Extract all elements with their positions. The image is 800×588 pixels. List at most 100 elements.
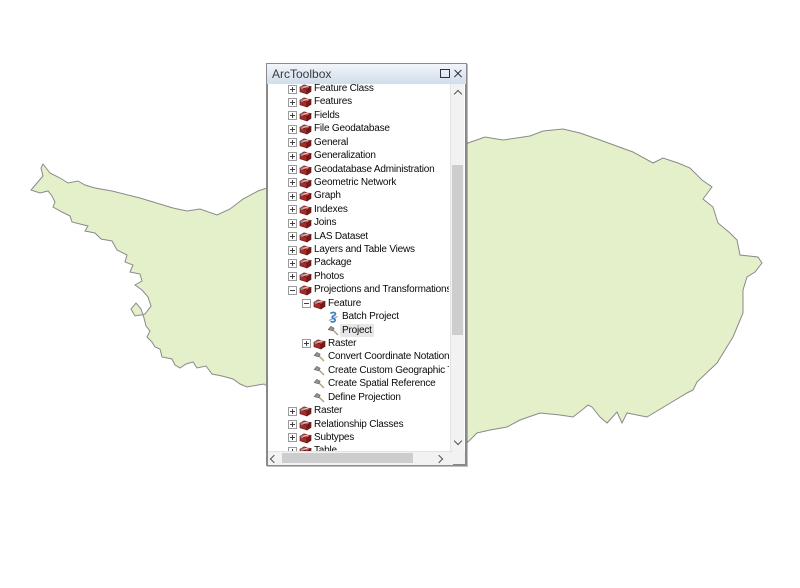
tree-item-label: Geometric Network [312, 176, 398, 189]
tree-item-label: File Geodatabase [312, 122, 392, 135]
tree-item-label: Create Spatial Reference [326, 377, 438, 390]
tree-item-label: Batch Project [340, 310, 401, 323]
tree-item[interactable]: Convert Coordinate Notation [268, 350, 449, 363]
toolbox-icon [313, 338, 326, 350]
tree-item-label: Table [312, 444, 339, 451]
toolbox-icon [299, 96, 312, 108]
toolbox-icon [299, 217, 312, 229]
tree-item[interactable]: Layers and Table Views [268, 243, 449, 256]
expand-toggle[interactable] [288, 178, 297, 187]
window-title: ArcToolbox [272, 67, 331, 81]
tool-hammer-icon [327, 325, 340, 337]
expand-toggle[interactable] [288, 246, 297, 255]
tree-item-label: Create Custom Geographic Trans [326, 364, 449, 377]
tool-hammer-icon [313, 392, 326, 404]
tree-item[interactable]: Fields [268, 109, 449, 122]
tree-item[interactable]: Project [268, 324, 449, 337]
window-titlebar[interactable]: ArcToolbox [267, 64, 466, 85]
scrollbar-corner [453, 451, 465, 464]
horizontal-scrollbar[interactable] [268, 451, 453, 465]
toolbox-icon [299, 405, 312, 417]
close-icon[interactable] [453, 68, 463, 78]
batch-script-icon [327, 311, 340, 323]
tree-item[interactable]: Photos [268, 270, 449, 283]
expand-toggle[interactable] [288, 407, 297, 416]
tree-item[interactable]: Geodatabase Administration [268, 163, 449, 176]
tree-item[interactable]: Create Spatial Reference [268, 377, 449, 390]
tree-item[interactable]: Package [268, 256, 449, 269]
expand-toggle[interactable] [288, 98, 297, 107]
tree-item[interactable]: General [268, 136, 449, 149]
tree-item[interactable]: Relationship Classes [268, 418, 449, 431]
tree-item-label: Package [312, 256, 354, 269]
toolbox-icon [299, 150, 312, 162]
tree-item[interactable]: Feature [268, 297, 449, 310]
tree-item-label: Feature [326, 297, 363, 310]
tree-item-label: Layers and Table Views [312, 243, 417, 256]
scroll-right-icon[interactable] [435, 454, 443, 462]
tree-item-label: Features [312, 95, 354, 108]
tool-hammer-icon [313, 351, 326, 363]
tree-item-label: Projections and Transformations [312, 283, 449, 296]
scroll-left-icon[interactable] [270, 454, 278, 462]
tree-item[interactable]: Raster [268, 404, 449, 417]
tree-item[interactable]: Feature Class [268, 84, 449, 95]
expand-toggle[interactable] [288, 259, 297, 268]
tree-item[interactable]: Generalization [268, 149, 449, 162]
tree-item[interactable]: Geometric Network [268, 176, 449, 189]
expand-toggle[interactable] [288, 272, 297, 281]
tool-hammer-icon [313, 378, 326, 390]
expand-toggle[interactable] [302, 299, 311, 308]
tree-item-label: Subtypes [312, 431, 356, 444]
expand-toggle[interactable] [288, 219, 297, 228]
toolbox-icon [299, 164, 312, 176]
toolbox-icon [299, 137, 312, 149]
expand-toggle[interactable] [288, 232, 297, 241]
toolbox-icon [299, 231, 312, 243]
horizontal-scrollbar-thumb[interactable] [282, 453, 413, 463]
tree-item[interactable]: Define Projection [268, 391, 449, 404]
tree-item[interactable]: Subtypes [268, 431, 449, 444]
tree-item[interactable]: Create Custom Geographic Trans [268, 364, 449, 377]
expand-toggle[interactable] [288, 152, 297, 161]
tree-item[interactable]: Joins [268, 216, 449, 229]
toolbox-icon [299, 271, 312, 283]
toolbox-icon [299, 419, 312, 431]
tree-item-label: Convert Coordinate Notation [326, 350, 449, 363]
tree-item-label: Fields [312, 109, 341, 122]
scroll-down-icon[interactable] [453, 437, 461, 445]
tree-item[interactable]: Table [268, 444, 449, 451]
vertical-scrollbar-thumb[interactable] [452, 165, 463, 335]
tree-item[interactable]: File Geodatabase [268, 122, 449, 135]
toolbox-icon [299, 204, 312, 216]
tree-item[interactable]: Raster [268, 337, 449, 350]
tree-item[interactable]: Batch Project [268, 310, 449, 323]
expand-toggle[interactable] [288, 420, 297, 429]
expand-toggle[interactable] [288, 85, 297, 94]
expand-toggle[interactable] [288, 286, 297, 295]
toolbox-icon [299, 244, 312, 256]
toolbox-icon [299, 123, 312, 135]
toolbox-tree: Feature Class Features [268, 84, 449, 451]
expand-toggle[interactable] [288, 138, 297, 147]
expand-toggle[interactable] [288, 205, 297, 214]
expand-toggle[interactable] [288, 192, 297, 201]
window-content: Feature Class Features [267, 84, 466, 465]
float-window-icon[interactable] [440, 69, 450, 78]
expand-toggle[interactable] [288, 165, 297, 174]
expand-toggle[interactable] [288, 111, 297, 120]
expand-toggle[interactable] [288, 433, 297, 442]
scroll-up-icon[interactable] [453, 90, 461, 98]
tree-item[interactable]: Indexes [268, 203, 449, 216]
tree-item[interactable]: Graph [268, 189, 449, 202]
tree-item-label: Raster [326, 337, 358, 350]
tree-item-label: LAS Dataset [312, 230, 370, 243]
tree-item[interactable]: LAS Dataset [268, 230, 449, 243]
vertical-scrollbar[interactable] [450, 84, 464, 451]
expand-toggle[interactable] [288, 125, 297, 134]
toolbox-icon [299, 110, 312, 122]
tree-item[interactable]: Projections and Transformations [268, 283, 449, 296]
expand-toggle[interactable] [302, 339, 311, 348]
tree-item[interactable]: Features [268, 95, 449, 108]
toolbox-icon [299, 190, 312, 202]
